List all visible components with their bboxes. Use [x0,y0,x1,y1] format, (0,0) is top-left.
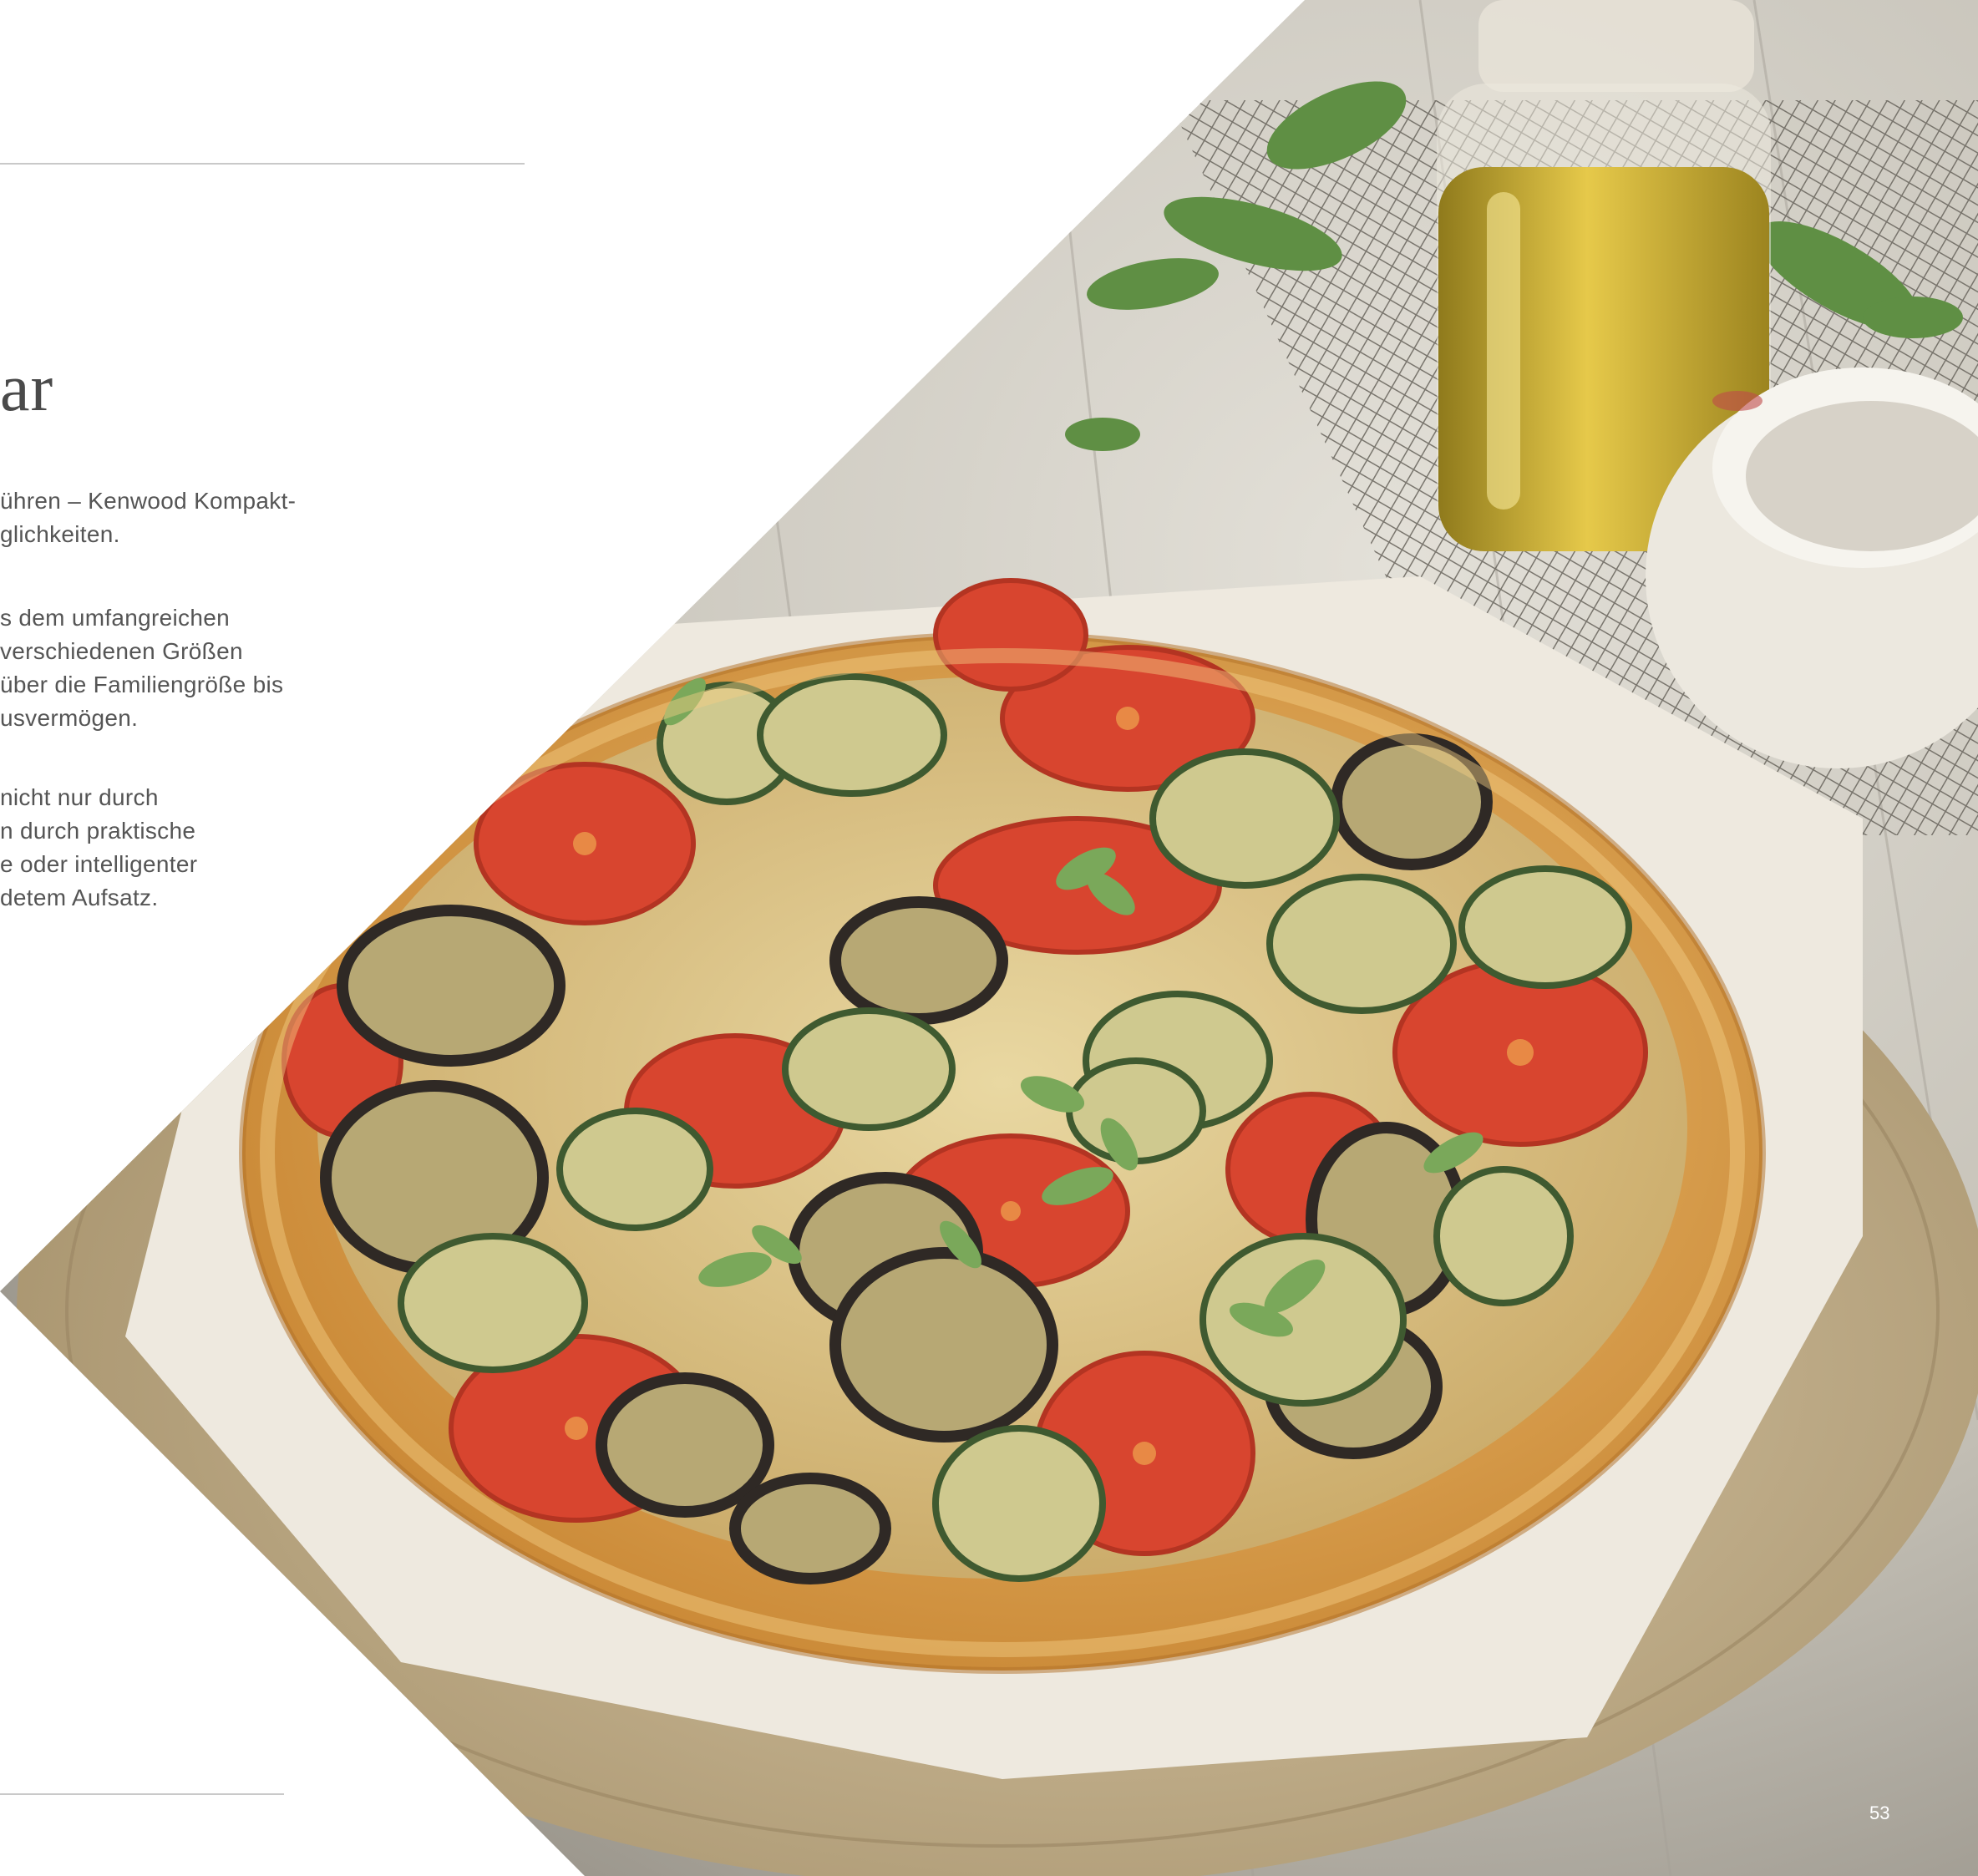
paragraph-line: e oder intelligenter [0,851,198,877]
paragraph-line: s dem umfangreichen [0,605,230,631]
paragraph-line: ühren – Kenwood Kompakt- [0,488,297,514]
paragraph-line: usvermögen. [0,705,139,731]
paragraph-line: glichkeiten. [0,521,120,547]
catalog-page: ar ühren – Kenwood Kompakt- glichkeiten.… [0,0,1978,1876]
paragraph-line: detem Aufsatz. [0,885,159,910]
sizes-paragraph: s dem umfangreichen verschiedenen Größen… [0,601,283,735]
page-number: 53 [1869,1802,1890,1823]
paragraph-line: über die Familiengröße bis [0,672,284,697]
intro-paragraph: ühren – Kenwood Kompakt- glichkeiten. [0,484,296,551]
bottom-divider [0,1793,284,1795]
paragraph-line: n durch praktische [0,818,196,844]
top-divider [0,163,525,165]
paragraph-line: verschiedenen Größen [0,638,243,664]
section-heading: ar [0,352,54,425]
paragraph-line: nicht nur durch [0,784,159,810]
features-paragraph: nicht nur durch n durch praktische e ode… [0,781,197,915]
food-photo: 53 [0,0,1978,1876]
